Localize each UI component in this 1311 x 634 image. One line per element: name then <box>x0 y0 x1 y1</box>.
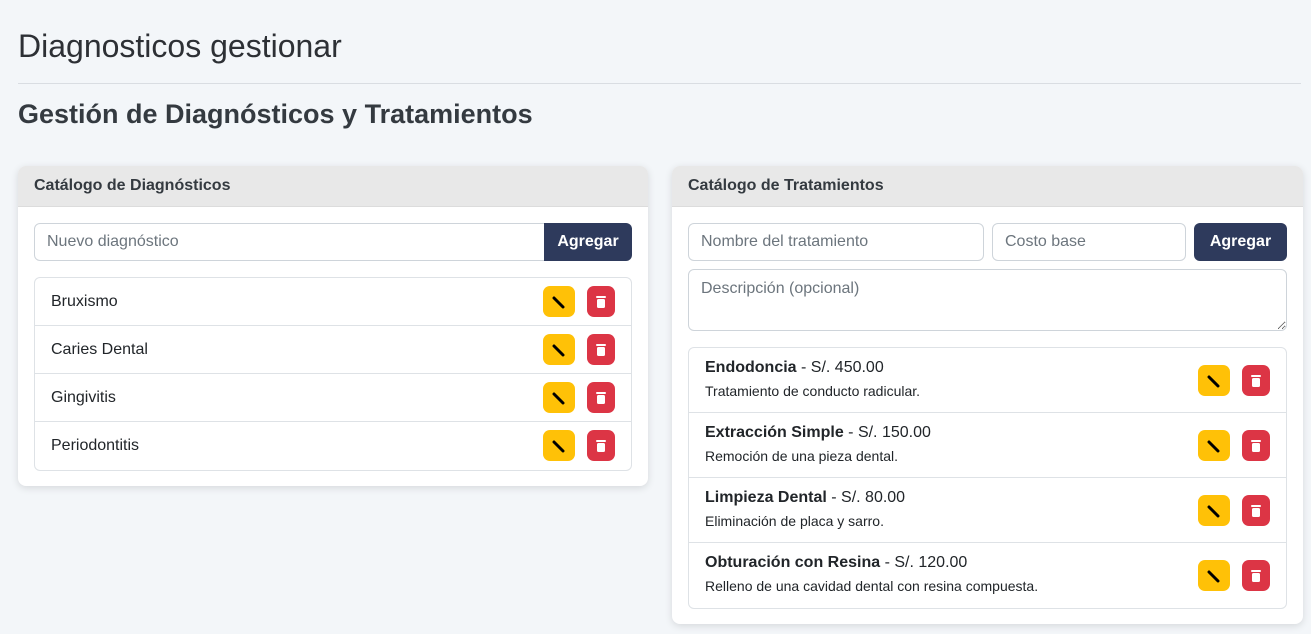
tratamiento-description: Relleno de una cavidad dental con resina… <box>705 578 1039 594</box>
diagnosticos-card: Catálogo de Diagnósticos Agregar Bruxism… <box>18 166 648 486</box>
delete-button[interactable] <box>587 286 615 317</box>
tratamiento-cost: S/. 120.00 <box>894 554 968 571</box>
nuevo-diagnostico-input[interactable] <box>34 223 546 261</box>
delete-button[interactable] <box>587 382 615 413</box>
trash-icon <box>596 343 606 356</box>
tratamiento-name: Extracción Simple <box>705 424 844 441</box>
section-title: Gestión de Diagnósticos y Tratamientos <box>18 99 533 129</box>
edit-button[interactable] <box>543 430 575 461</box>
list-item: Bruxismo <box>35 278 631 326</box>
edit-button[interactable] <box>1198 495 1230 526</box>
tratamiento-cost: S/. 80.00 <box>841 489 906 506</box>
list-item: Extracción Simple - S/. 150.00 Remoción … <box>689 413 1286 478</box>
pencil-icon <box>1207 375 1220 387</box>
diagnosticos-list: Bruxismo Caries Dental Gingivitis Period… <box>34 277 632 471</box>
tratamiento-description: Tratamiento de conducto radicular. <box>705 383 921 399</box>
costo-base-input[interactable] <box>992 223 1186 261</box>
list-item: Endodoncia - S/. 450.00 Tratamiento de c… <box>689 348 1286 413</box>
edit-button[interactable] <box>543 382 575 413</box>
pencil-icon <box>1207 440 1220 452</box>
list-item: Limpieza Dental - S/. 80.00 Eliminación … <box>689 478 1286 543</box>
list-item: Caries Dental <box>35 326 631 374</box>
title-divider <box>18 83 1301 84</box>
tratamiento-description: Eliminación de placa y sarro. <box>705 513 884 529</box>
pencil-icon <box>552 344 565 356</box>
cost-separator: - <box>843 424 858 441</box>
pencil-icon <box>552 392 565 404</box>
page-title: Diagnosticos gestionar <box>18 28 342 64</box>
diagnostico-name: Periodontitis <box>51 437 140 454</box>
tratamientos-card: Catálogo de Tratamientos Agregar Endodon… <box>672 166 1303 624</box>
tratamiento-name: Endodoncia <box>705 359 797 376</box>
list-item: Periodontitis <box>35 422 631 470</box>
delete-button[interactable] <box>1242 365 1270 396</box>
edit-button[interactable] <box>543 334 575 365</box>
tratamiento-cost: S/. 150.00 <box>857 424 931 441</box>
trash-icon <box>596 439 606 452</box>
agregar-tratamiento-button[interactable]: Agregar <box>1194 223 1287 261</box>
tratamiento-name: Obturación con Resina <box>705 554 881 571</box>
trash-icon <box>1251 504 1261 517</box>
cost-separator: - <box>880 554 895 571</box>
diagnostico-name: Caries Dental <box>51 340 148 358</box>
list-item: Gingivitis <box>35 374 631 422</box>
tratamientos-card-header: Catálogo de Tratamientos <box>672 166 1303 207</box>
delete-button[interactable] <box>1242 430 1270 461</box>
diagnostico-name: Gingivitis <box>51 388 116 406</box>
trash-icon <box>596 295 606 308</box>
tratamiento-name: Limpieza Dental <box>705 489 827 506</box>
tratamientos-list: Endodoncia - S/. 450.00 Tratamiento de c… <box>688 347 1287 609</box>
diagnosticos-card-header: Catálogo de Diagnósticos <box>18 166 648 207</box>
cost-separator: - <box>826 489 842 506</box>
diagnostico-name: Bruxismo <box>51 292 118 310</box>
cost-separator: - <box>796 359 811 376</box>
pencil-icon <box>552 296 565 308</box>
delete-button[interactable] <box>587 430 615 461</box>
tratamiento-cost: S/. 450.00 <box>810 359 884 376</box>
pencil-icon <box>1207 570 1220 582</box>
descripcion-textarea[interactable] <box>688 269 1287 331</box>
nombre-tratamiento-input[interactable] <box>688 223 984 261</box>
pencil-icon <box>552 440 565 452</box>
list-item: Obturación con Resina - S/. 120.00 Relle… <box>689 543 1286 608</box>
delete-button[interactable] <box>1242 560 1270 591</box>
trash-icon <box>596 391 606 404</box>
tratamiento-description: Remoción de una pieza dental. <box>705 448 899 464</box>
pencil-icon <box>1207 505 1220 517</box>
trash-icon <box>1251 374 1261 387</box>
agregar-diagnostico-button[interactable]: Agregar <box>544 223 632 261</box>
edit-button[interactable] <box>1198 430 1230 461</box>
delete-button[interactable] <box>587 334 615 365</box>
edit-button[interactable] <box>1198 365 1230 396</box>
trash-icon <box>1251 569 1261 582</box>
edit-button[interactable] <box>543 286 575 317</box>
delete-button[interactable] <box>1242 495 1270 526</box>
trash-icon <box>1251 439 1261 452</box>
edit-button[interactable] <box>1198 560 1230 591</box>
